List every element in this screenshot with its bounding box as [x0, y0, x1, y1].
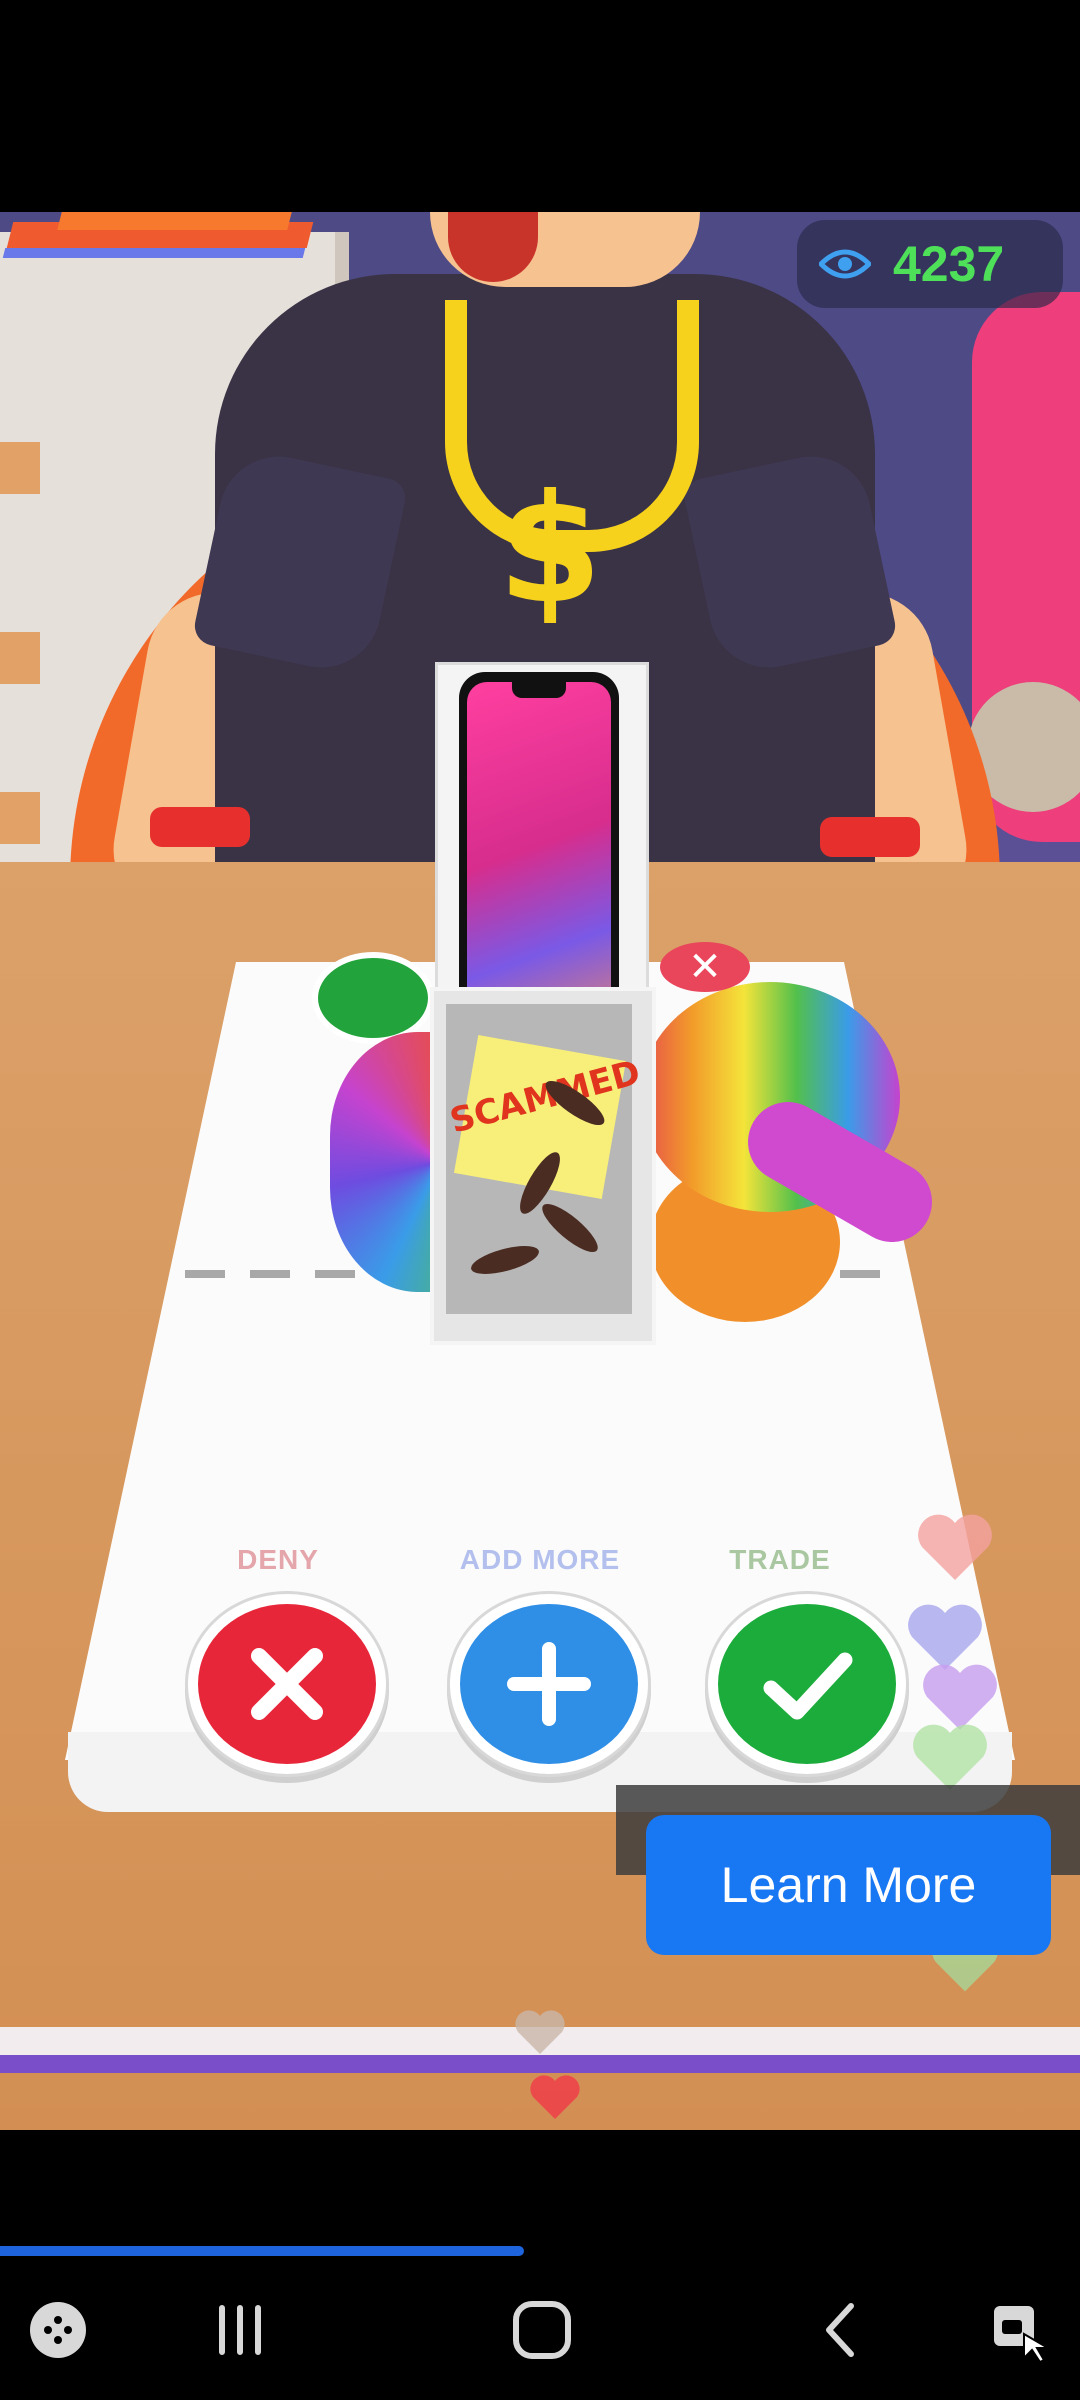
mat-divider [185, 1270, 225, 1278]
drawer-handle [0, 632, 40, 684]
mat-divider [315, 1270, 355, 1278]
view-counter: 4237 [797, 220, 1063, 308]
plus-icon [507, 1642, 591, 1726]
check-icon [763, 1652, 853, 1720]
trade-button[interactable] [708, 1594, 906, 1774]
add-more-label: ADD MORE [459, 1544, 621, 1575]
back-icon[interactable] [803, 2290, 883, 2370]
video-progress-fill [0, 2246, 524, 2256]
wristband [150, 807, 250, 847]
wristband [820, 817, 920, 857]
view-count: 4237 [893, 236, 1005, 292]
home-icon[interactable] [502, 2290, 582, 2370]
deny-label: DENY [237, 1544, 319, 1575]
eye-icon [819, 249, 871, 279]
mat-x-knob: ✕ [660, 942, 750, 992]
books [2, 248, 306, 258]
heart-icon [530, 2075, 580, 2119]
add-more-button[interactable] [450, 1594, 648, 1774]
learn-more-button[interactable]: Learn More [646, 1815, 1051, 1955]
drawer-handle [0, 442, 40, 494]
dollar-pendant: $ [497, 463, 603, 637]
screen-lock-icon[interactable] [980, 2290, 1060, 2370]
game-launcher-icon[interactable] [18, 2290, 98, 2370]
drawer-handle [0, 792, 40, 844]
mat-green-knob [312, 952, 434, 1044]
smartphone-notch [512, 682, 566, 698]
books [57, 212, 293, 230]
trade-label: TRADE [729, 1544, 831, 1575]
recents-icon[interactable] [200, 2290, 280, 2370]
mat-divider [840, 1270, 880, 1278]
heart-icon [515, 2010, 565, 2054]
heart-icon [918, 1514, 992, 1580]
mat-divider [250, 1270, 290, 1278]
x-icon [251, 1648, 323, 1720]
deny-button[interactable] [188, 1594, 386, 1774]
